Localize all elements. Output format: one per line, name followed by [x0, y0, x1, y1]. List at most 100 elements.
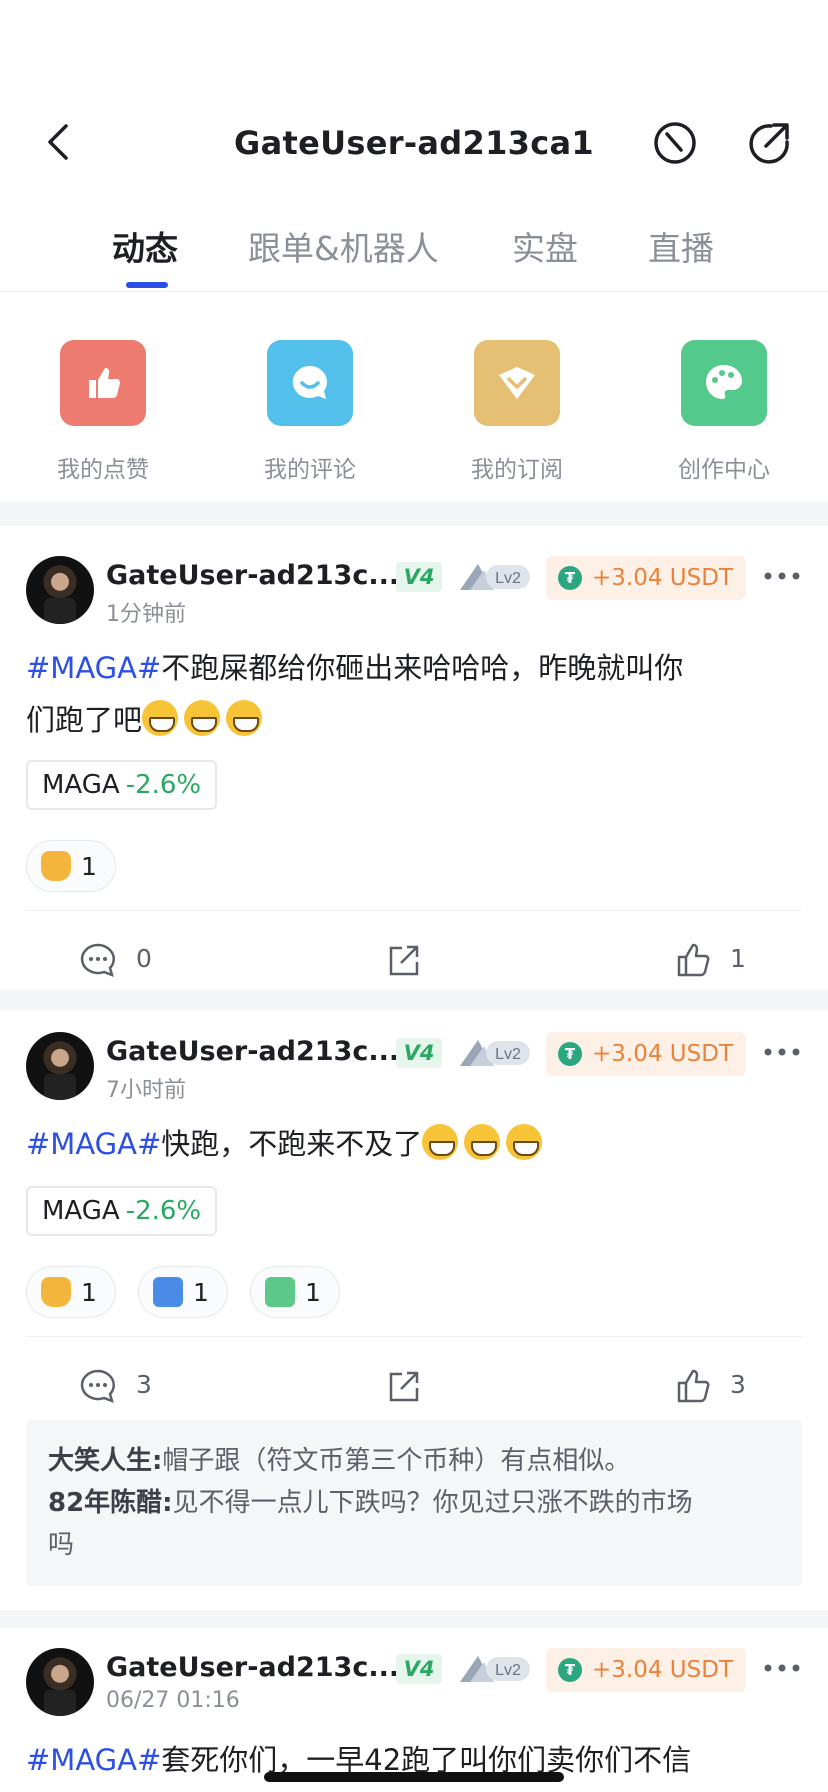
section-divider [0, 502, 828, 526]
my-comments-label: 我的评论 [264, 457, 356, 483]
profile-tabs: 动态 跟单&机器人 实盘 直播 [0, 210, 828, 292]
home-indicator[interactable] [264, 1772, 564, 1782]
share-icon[interactable] [384, 1366, 424, 1406]
creator-center-label: 创作中心 [678, 457, 770, 483]
grin-emoji-icon [226, 700, 263, 736]
my-comments-button[interactable]: 我的评论 [235, 340, 385, 484]
post-text: 快跑，不跑来不及了 [161, 1127, 423, 1161]
comment-count: 3 [136, 1370, 152, 1399]
reaction-count: 1 [81, 1277, 97, 1307]
section-divider [0, 1610, 828, 1628]
post-text: 不跑屎都给你砸出来哈哈哈，昨晚就叫你 [161, 651, 684, 685]
coin-change: -2.6% [125, 1196, 202, 1226]
grin-emoji-icon [506, 1124, 543, 1160]
divider [26, 1336, 802, 1337]
usdt-icon: ₮ [558, 1658, 582, 1682]
post-time: 06/27 01:16 [106, 1688, 240, 1713]
more-icon[interactable] [762, 1040, 802, 1064]
hashtag-link[interactable]: #MAGA# [26, 651, 161, 685]
like-icon[interactable] [674, 1366, 714, 1406]
comment-text: 见不得一点儿下跌吗？你见过只涨不跌的市场 [172, 1488, 693, 1518]
coin-tag[interactable]: MAGA -2.6% [26, 1186, 218, 1236]
reward-amount: +3.04 USDT [592, 565, 733, 591]
post-username[interactable]: GateUser-ad213c... [106, 1652, 399, 1683]
comment-item: 大笑人生:帽子跟（符文币第三个币种）有点相似。 [48, 1440, 780, 1482]
palette-icon [681, 340, 767, 426]
hashtag-link[interactable]: #MAGA# [26, 1743, 161, 1777]
level-badge: Lv2 [460, 1040, 530, 1066]
post-actions-bar: 0 1 [0, 930, 828, 990]
level-label: Lv2 [495, 1046, 521, 1063]
hodl-emoji-icon [153, 1277, 183, 1307]
avatar[interactable] [26, 1648, 94, 1716]
top-bar: GateUser-ad213ca1 [0, 100, 828, 192]
post-content[interactable]: #MAGA#快跑，不跑来不及了 [26, 1118, 802, 1170]
tab-copy-trading-bots[interactable]: 跟单&机器人 [248, 222, 439, 270]
quick-actions: 我的点赞 我的评论 我的订阅 创作中心 [0, 292, 828, 502]
reaction-count: 1 [305, 1277, 321, 1307]
post-username[interactable]: GateUser-ad213c... [106, 560, 399, 591]
hashtag-link[interactable]: #MAGA# [26, 1127, 161, 1161]
comment-item: 82年陈醋:见不得一点儿下跌吗？你见过只涨不跌的市场吗 [48, 1482, 780, 1566]
reaction-chip[interactable]: 1 [250, 1266, 340, 1318]
level-label: Lv2 [495, 570, 521, 587]
reaction-chip[interactable]: 1 [26, 840, 116, 892]
reaction-chip[interactable]: 1 [138, 1266, 228, 1318]
more-icon[interactable] [762, 564, 802, 588]
post-time: 7小时前 [106, 1078, 186, 1103]
coin-name: MAGA [42, 1196, 120, 1226]
share-icon[interactable] [384, 940, 424, 980]
my-likes-label: 我的点赞 [57, 457, 149, 483]
vip-badge: V4 [396, 562, 442, 592]
usdt-icon: ₮ [558, 566, 582, 590]
level-badge: Lv2 [460, 564, 530, 590]
thinking-emoji-icon [265, 1277, 295, 1307]
comment-preview[interactable]: 大笑人生:帽子跟（符文币第三个币种）有点相似。 82年陈醋:见不得一点儿下跌吗？… [26, 1420, 802, 1586]
reward-badge[interactable]: ₮ +3.04 USDT [546, 1648, 746, 1692]
like-count: 3 [730, 1370, 746, 1399]
comment-icon[interactable] [78, 1366, 118, 1406]
comment-text-cont: 吗 [48, 1530, 75, 1560]
comment-icon[interactable] [78, 940, 118, 980]
comment-text: 帽子跟（符文币第三个币种）有点相似。 [162, 1446, 631, 1476]
reaction-chip[interactable]: 1 [26, 1266, 116, 1318]
comment-author[interactable]: 大笑人生: [48, 1446, 162, 1476]
like-count: 1 [730, 944, 746, 973]
post-username[interactable]: GateUser-ad213c... [106, 1036, 399, 1067]
my-subscriptions-button[interactable]: 我的订阅 [442, 340, 592, 484]
avatar[interactable] [26, 556, 94, 624]
section-divider [0, 990, 828, 1010]
grin-emoji-icon [464, 1124, 501, 1160]
tab-live-stream[interactable]: 直播 [648, 222, 714, 270]
thumbs-up-emoji-icon [41, 851, 71, 881]
reaction-count: 1 [193, 1277, 209, 1307]
post-card[interactable]: GateUser-ad213c... V4 Lv2 ₮ +3.04 USDT 0… [0, 1648, 828, 1792]
vip-badge: V4 [396, 1654, 442, 1684]
avatar[interactable] [26, 1032, 94, 1100]
comment-count: 0 [136, 944, 152, 973]
thumbs-up-icon [60, 340, 146, 426]
creator-center-button[interactable]: 创作中心 [649, 340, 799, 484]
post-content[interactable]: #MAGA#不跑屎都给你砸出来哈哈哈，昨晚就叫你 们跑了吧 [26, 642, 802, 746]
tab-live-trading[interactable]: 实盘 [512, 222, 578, 270]
subscribe-icon [474, 340, 560, 426]
coin-tag[interactable]: MAGA -2.6% [26, 760, 218, 810]
share-icon[interactable] [744, 118, 794, 168]
my-likes-button[interactable]: 我的点赞 [28, 340, 178, 484]
active-tab-indicator [126, 282, 168, 288]
reward-badge[interactable]: ₮ +3.04 USDT [546, 556, 746, 600]
comment-author[interactable]: 82年陈醋: [48, 1488, 173, 1518]
coin-name: MAGA [42, 770, 120, 800]
thumbs-up-emoji-icon [41, 1277, 71, 1307]
comment-icon [267, 340, 353, 426]
grin-emoji-icon [422, 1124, 459, 1160]
post-card[interactable]: GateUser-ad213c... V4 Lv2 ₮ +3.04 USDT 1… [0, 556, 828, 986]
vip-badge: V4 [396, 1038, 442, 1068]
more-icon[interactable] [762, 1656, 802, 1680]
like-icon[interactable] [674, 940, 714, 980]
block-icon[interactable] [650, 118, 700, 168]
post-card[interactable]: GateUser-ad213c... V4 Lv2 ₮ +3.04 USDT 7… [0, 1032, 828, 1592]
grin-emoji-icon [184, 700, 221, 736]
tab-activity[interactable]: 动态 [112, 222, 178, 270]
reward-badge[interactable]: ₮ +3.04 USDT [546, 1032, 746, 1076]
